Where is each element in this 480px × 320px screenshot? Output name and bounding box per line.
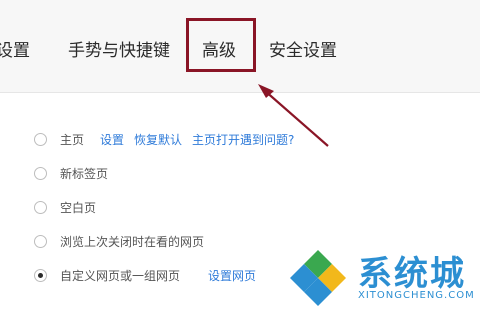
radio-restore-last-session[interactable] [34, 234, 47, 248]
option-homepage-label: 主页 [60, 132, 85, 147]
watermark-name: 系统城 [358, 254, 466, 294]
set-pages-link[interactable]: 设置网页 [208, 267, 256, 284]
homepage-problem-link[interactable]: 主页打开遇到问题? [192, 131, 294, 148]
watermark: 系统城 XITONGCHENG.COM [288, 246, 478, 316]
option-blank-page-label: 空白页 [60, 200, 97, 215]
option-custom-pages-label: 自定义网页或一组网页 [60, 268, 181, 283]
homepage-settings-link[interactable]: 设置 [100, 131, 124, 148]
radio-homepage[interactable] [34, 132, 47, 146]
option-blank-page[interactable]: 空白页 [34, 190, 474, 224]
restore-default-link[interactable]: 恢复默认 [134, 131, 182, 148]
option-new-tab-label: 新标签页 [60, 166, 109, 181]
watermark-url: XITONGCHENG.COM [358, 290, 475, 301]
radio-custom-pages[interactable] [34, 268, 47, 282]
option-homepage[interactable]: 主页 设置 恢复默认 主页打开遇到问题? [34, 122, 474, 156]
watermark-logo-icon [290, 250, 346, 306]
option-new-tab[interactable]: 新标签页 [34, 156, 474, 190]
radio-blank-page[interactable] [34, 200, 47, 214]
radio-new-tab[interactable] [34, 166, 47, 180]
option-restore-last-session-label: 浏览上次关闭时在看的网页 [60, 234, 205, 249]
